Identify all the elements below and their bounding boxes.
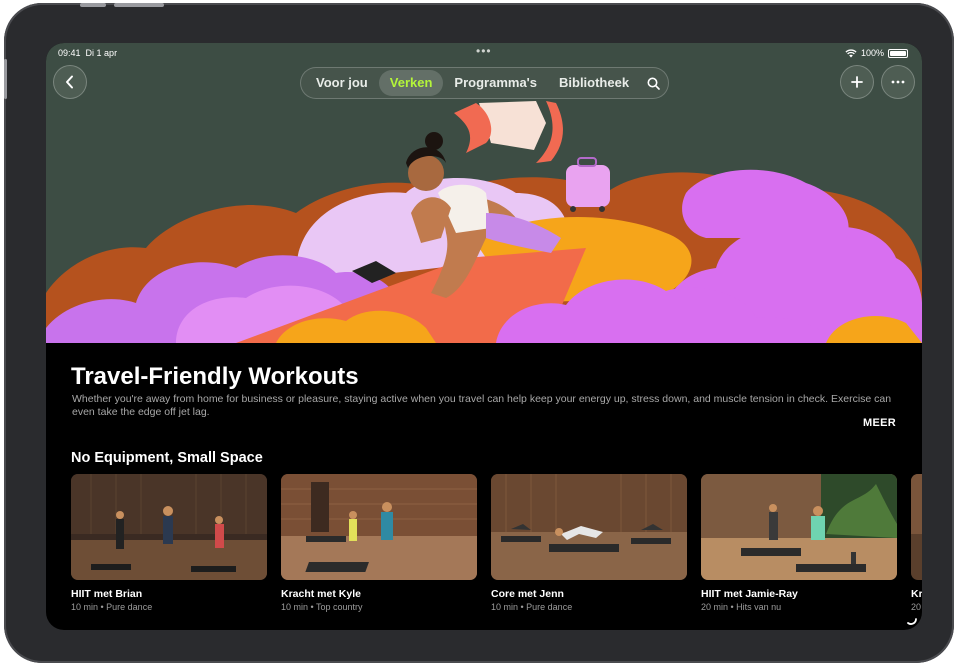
status-bar: 09:41 Di 1 apr ••• 100% bbox=[46, 44, 922, 60]
loading-spinner-icon bbox=[907, 618, 917, 625]
add-button[interactable] bbox=[840, 65, 874, 99]
tab-programmas[interactable]: Programma's bbox=[443, 70, 548, 96]
plus-icon bbox=[851, 76, 863, 88]
section-title: No Equipment, Small Space bbox=[71, 450, 263, 466]
status-right: 100% bbox=[845, 48, 908, 58]
workout-card[interactable]: HIIT met Jamie-Ray 20 min • Hits van nu bbox=[701, 474, 897, 612]
workout-subtitle: 20 bbox=[911, 602, 922, 612]
tab-voor-jou[interactable]: Voor jou bbox=[305, 70, 379, 96]
workout-carousel: HIIT met Brian 10 min • Pure dance Krach… bbox=[71, 474, 922, 614]
workout-title: HIIT met Brian bbox=[71, 588, 143, 600]
more-button[interactable]: MEER bbox=[863, 417, 896, 429]
workout-subtitle: 20 min • Hits van nu bbox=[701, 602, 782, 612]
volume-button bbox=[80, 3, 106, 7]
workout-thumbnail bbox=[491, 474, 687, 580]
search-button[interactable] bbox=[642, 70, 664, 96]
screen: 09:41 Di 1 apr ••• 100% Voor jou Verken … bbox=[46, 43, 922, 630]
workout-thumbnail bbox=[911, 474, 922, 580]
back-button[interactable] bbox=[53, 65, 87, 99]
ellipsis-icon bbox=[891, 80, 905, 84]
workout-card[interactable]: Core met Jenn 10 min • Pure dance bbox=[491, 474, 687, 612]
tab-verken[interactable]: Verken bbox=[378, 70, 444, 96]
battery-percent: 100% bbox=[860, 48, 884, 58]
workout-card[interactable]: Kracht met Kyle 10 min • Top country bbox=[281, 474, 477, 612]
wifi-icon bbox=[845, 48, 857, 57]
hero-banner: 09:41 Di 1 apr ••• 100% Voor jou Verken … bbox=[46, 43, 922, 343]
tab-bibliotheek[interactable]: Bibliotheek bbox=[548, 70, 640, 96]
workout-subtitle: 10 min • Pure dance bbox=[71, 602, 153, 612]
search-icon bbox=[647, 77, 660, 90]
page-description: Whether you're away from home for busine… bbox=[72, 393, 892, 418]
clock-time: 09:41 bbox=[58, 48, 81, 58]
tab-bar: Voor jou Verken Programma's Bibliotheek bbox=[300, 67, 669, 99]
workout-card[interactable]: HIIT met Brian 10 min • Pure dance bbox=[71, 474, 267, 612]
multitasking-dots-icon[interactable]: ••• bbox=[476, 44, 492, 58]
workout-subtitle: 10 min • Top country bbox=[281, 602, 363, 612]
workout-title: Kracht met Kyle bbox=[281, 588, 361, 600]
workout-thumbnail bbox=[281, 474, 477, 580]
workout-title: Kr bbox=[911, 588, 922, 600]
workout-title: Core met Jenn bbox=[491, 588, 564, 600]
top-button bbox=[114, 3, 164, 7]
side-button bbox=[4, 59, 7, 99]
more-options-button[interactable] bbox=[881, 65, 915, 99]
clock-date: Di 1 apr bbox=[85, 48, 118, 58]
workout-subtitle: 10 min • Pure dance bbox=[491, 602, 573, 612]
page-title: Travel-Friendly Workouts bbox=[71, 363, 359, 390]
workout-card[interactable]: Kr 20 bbox=[911, 474, 922, 612]
workout-title: HIIT met Jamie-Ray bbox=[701, 588, 798, 600]
battery-icon bbox=[888, 48, 908, 58]
ipad-frame: 09:41 Di 1 apr ••• 100% Voor jou Verken … bbox=[4, 3, 954, 663]
status-time: 09:41 Di 1 apr bbox=[58, 48, 117, 58]
workout-thumbnail bbox=[701, 474, 897, 580]
workout-thumbnail bbox=[71, 474, 267, 580]
chevron-left-icon bbox=[66, 75, 73, 89]
